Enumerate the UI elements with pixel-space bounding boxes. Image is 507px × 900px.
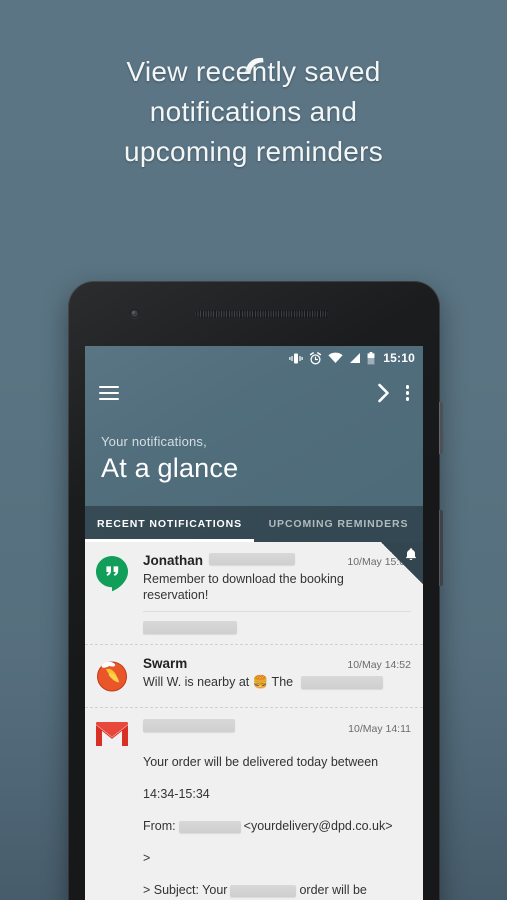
- tab-upcoming-reminders[interactable]: UPCOMING REMINDERS: [254, 518, 423, 530]
- front-camera-icon: [130, 309, 139, 318]
- power-button[interactable]: [439, 402, 443, 454]
- redaction-bar: [209, 553, 296, 565]
- table-row[interactable]: Jonathan 10/May 15:09 Remember to downlo…: [85, 542, 423, 645]
- hangouts-icon: [95, 553, 133, 634]
- corner-ribbon: [381, 542, 423, 584]
- redaction-bar: [178, 820, 241, 833]
- promo-headline: View recently saved notifications and up…: [123, 56, 384, 167]
- redaction-bar: [143, 719, 235, 732]
- notification-time: 10/May 14:52: [347, 659, 411, 671]
- redaction-bar: [143, 621, 237, 634]
- notification-time: 10/May 14:11: [348, 723, 411, 735]
- phone-mockup: 15:10 Your notifications, At a glance RE…: [68, 281, 443, 900]
- table-row[interactable]: Swarm 10/May 14:52 Will W. is nearby at …: [85, 645, 423, 708]
- volume-button[interactable]: [439, 510, 443, 586]
- notification-app-name: Swarm: [143, 656, 188, 671]
- message-line-2: 14:34-15:34: [143, 787, 210, 801]
- notification-app-name: Jonathan: [143, 553, 204, 568]
- from-label: From:: [143, 819, 176, 833]
- bell-icon: [405, 548, 417, 561]
- overflow-menu-icon[interactable]: [405, 383, 409, 404]
- tab-bar: RECENT NOTIFICATIONS UPCOMING REMINDERS: [85, 506, 423, 542]
- notification-list[interactable]: Jonathan 10/May 15:09 Remember to downlo…: [85, 542, 423, 900]
- swarm-icon: [95, 656, 133, 697]
- notification-message: Will W. is nearby at 🍔 The: [143, 675, 294, 689]
- subject-suffix: order will be: [299, 883, 367, 897]
- signal-icon: [350, 353, 361, 363]
- page-title: At a glance: [101, 453, 239, 483]
- tab-recent-notifications[interactable]: RECENT NOTIFICATIONS: [85, 518, 254, 530]
- gmail-icon: [95, 719, 133, 900]
- vibrate-icon: [289, 353, 303, 363]
- hero-subtitle: Your notifications,: [101, 434, 207, 449]
- status-bar: 15:10: [85, 346, 423, 370]
- alarm-icon: [310, 351, 322, 364]
- phone-screen: 15:10 Your notifications, At a glance RE…: [85, 346, 423, 900]
- hamburger-menu-icon[interactable]: [99, 382, 119, 404]
- notification-message: Remember to download the booking reserva…: [143, 572, 344, 602]
- message-line-1: Your order will be delivered today betwe…: [143, 755, 379, 769]
- notification-message: Your order will be delivered today betwe…: [143, 738, 411, 900]
- subject-prefix: > Subject: Your: [143, 883, 228, 897]
- status-bar-clock: 15:10: [383, 351, 415, 365]
- divider: [143, 611, 411, 612]
- redaction-bar: [230, 884, 297, 897]
- battery-icon: [367, 351, 375, 364]
- earpiece-speaker-icon: [195, 310, 329, 318]
- hero-header: Your notifications, At a glance: [85, 416, 423, 506]
- redaction-bar: [300, 676, 383, 690]
- table-row[interactable]: 10/May 14:11 Your order will be delivere…: [85, 708, 423, 900]
- wifi-icon: [328, 352, 343, 363]
- chevron-right-icon[interactable]: [377, 383, 390, 403]
- app-bar: [85, 370, 423, 416]
- quote-marker: >: [143, 851, 151, 865]
- from-email: <yourdelivery@dpd.co.uk>: [243, 819, 393, 833]
